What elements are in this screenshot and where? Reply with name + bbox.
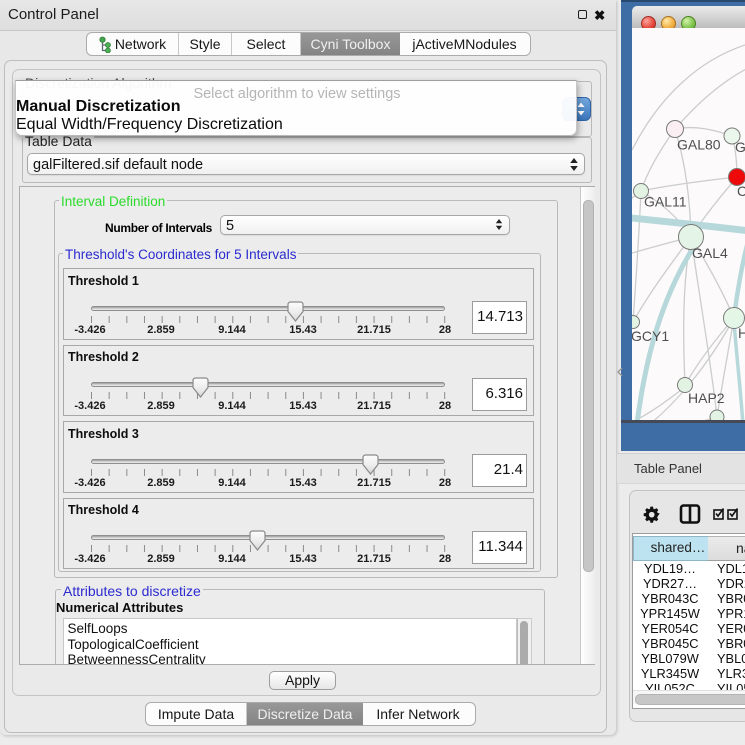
- svg-text:GAL4: GAL4: [692, 245, 728, 261]
- svg-text:C: C: [737, 183, 745, 199]
- svg-text:G: G: [735, 139, 745, 155]
- svg-text:GAL80: GAL80: [677, 137, 721, 153]
- svg-text:HAP2: HAP2: [688, 390, 725, 406]
- svg-text:GCY1: GCY1: [632, 328, 669, 344]
- svg-text:H: H: [738, 325, 745, 341]
- svg-text:GAL11: GAL11: [644, 194, 687, 210]
